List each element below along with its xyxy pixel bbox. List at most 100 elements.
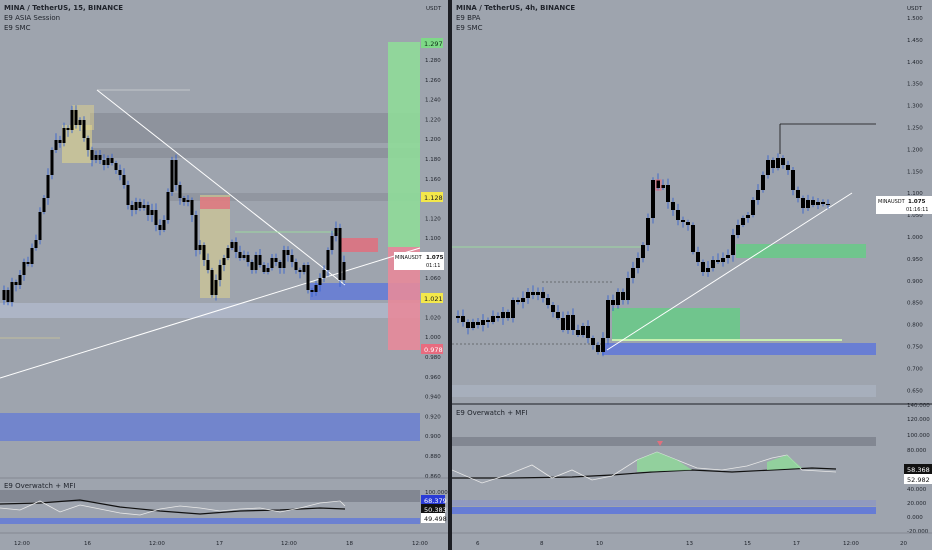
osc-oversold-band bbox=[452, 507, 876, 514]
right-price-tick: 1.150 bbox=[907, 169, 923, 175]
left-candle bbox=[298, 270, 302, 272]
right-candle bbox=[496, 316, 500, 318]
left-price-tick: 1.240 bbox=[425, 98, 441, 104]
left-candle bbox=[98, 155, 102, 160]
right-price-tick: 0.700 bbox=[907, 366, 923, 372]
left-time-label: 12:00 bbox=[412, 541, 428, 547]
left-candle bbox=[94, 155, 98, 160]
left-candle bbox=[194, 215, 198, 250]
right-candle bbox=[556, 312, 560, 318]
right-candle bbox=[591, 338, 595, 345]
osc-oversold-band bbox=[452, 500, 876, 506]
right-candle bbox=[541, 292, 545, 298]
right-osc-tag: 58.368 bbox=[907, 466, 930, 474]
right-candle bbox=[521, 298, 525, 302]
left-time-label: 12:00 bbox=[281, 541, 297, 547]
left-candle bbox=[58, 140, 62, 143]
left-candle bbox=[238, 252, 242, 258]
right-candle bbox=[476, 322, 480, 325]
right-candle bbox=[651, 180, 655, 218]
right-candle bbox=[761, 175, 765, 190]
right-price-tick: 0.900 bbox=[907, 279, 923, 285]
left-osc-tag: 68.379 bbox=[424, 497, 447, 505]
right-chart-title: MINA / TetherUS, 4h, BINANCE bbox=[456, 4, 576, 12]
right-price-tick: 1.000 bbox=[907, 235, 923, 241]
liquidity-band bbox=[452, 385, 876, 397]
left-candle bbox=[258, 255, 262, 265]
right-candle bbox=[681, 220, 685, 222]
right-candle bbox=[621, 292, 625, 300]
left-price-chart[interactable]: USDT 1.280 1.260 1.240 1.220 1.200 1.180 1.160 1… bbox=[0, 0, 448, 550]
left-price-tag: 1.021 bbox=[424, 295, 443, 303]
right-price-tick: 1.450 bbox=[907, 38, 923, 44]
left-candle bbox=[342, 262, 346, 280]
left-candle bbox=[22, 262, 26, 275]
right-indicator-bpa[interactable]: E9 BPA bbox=[456, 14, 480, 23]
right-candle bbox=[716, 260, 720, 262]
right-candle bbox=[511, 300, 515, 318]
right-price-tick: 0.950 bbox=[907, 257, 923, 263]
left-indicator-smc[interactable]: E9 SMC bbox=[4, 24, 30, 33]
left-candle bbox=[46, 175, 50, 198]
right-candle bbox=[471, 322, 475, 328]
left-candle bbox=[26, 262, 30, 264]
right-candle bbox=[791, 170, 795, 190]
right-candle bbox=[461, 316, 465, 322]
right-oscillator-title[interactable]: E9 Overwatch + MFI bbox=[456, 409, 527, 417]
right-price-tick: 1.350 bbox=[907, 82, 923, 88]
right-candle bbox=[746, 215, 750, 218]
left-candle bbox=[306, 265, 310, 290]
right-candle bbox=[721, 258, 725, 262]
left-price-tick: 0.860 bbox=[425, 474, 441, 480]
right-candle bbox=[691, 225, 695, 252]
right-candle bbox=[731, 235, 735, 255]
left-candle bbox=[42, 198, 46, 212]
right-candle bbox=[601, 338, 605, 352]
left-candle bbox=[182, 198, 186, 202]
right-osc-tag: 52.982 bbox=[907, 476, 930, 484]
left-oscillator-title[interactable]: E9 Overwatch + MFI bbox=[4, 482, 75, 490]
right-candle bbox=[491, 316, 495, 322]
left-candle bbox=[230, 242, 234, 248]
osc-oversold-band bbox=[0, 518, 420, 524]
left-candle bbox=[126, 185, 130, 205]
right-candle bbox=[576, 330, 580, 335]
right-price-tick: 0.750 bbox=[907, 345, 923, 351]
left-candle bbox=[186, 200, 190, 202]
left-symbol-timer: 01:11 bbox=[426, 263, 440, 269]
right-candle bbox=[571, 315, 575, 330]
left-symbol-price: 1.075 bbox=[426, 255, 444, 261]
left-candle bbox=[86, 138, 90, 150]
supply-band bbox=[90, 148, 420, 158]
left-candle bbox=[146, 205, 150, 215]
left-chart-panel[interactable]: USDT 1.280 1.260 1.240 1.220 1.200 1.180 1.160 1… bbox=[0, 0, 448, 550]
right-candle bbox=[756, 190, 760, 200]
right-symbol-name: MINAUSDT bbox=[878, 199, 906, 205]
left-candle bbox=[50, 150, 54, 175]
left-candle bbox=[190, 200, 194, 215]
left-indicator-asia-session[interactable]: E9 ASIA Session bbox=[4, 14, 60, 23]
left-candle bbox=[174, 160, 178, 185]
osc-bull-fill bbox=[767, 455, 802, 470]
left-candle bbox=[206, 260, 210, 270]
right-candle bbox=[466, 322, 470, 328]
left-price-tag: 1.128 bbox=[424, 194, 443, 202]
right-osc-tick: 120.000 bbox=[907, 417, 930, 423]
right-time-label: 20 bbox=[900, 541, 907, 547]
left-candle bbox=[262, 265, 266, 272]
right-price-chart[interactable]: USDT 1.500 1.450 1.400 1.350 1.300 1.250 1.200 1… bbox=[452, 0, 932, 550]
right-candle bbox=[711, 260, 715, 268]
left-candle bbox=[266, 268, 270, 272]
left-candle bbox=[250, 262, 254, 270]
left-price-tick: 1.220 bbox=[425, 117, 441, 123]
left-chart-title: MINA / TetherUS, 15, BINANCE bbox=[4, 4, 124, 12]
right-chart-panel[interactable]: USDT 1.500 1.450 1.400 1.350 1.300 1.250 1.200 1… bbox=[452, 0, 932, 550]
right-candle bbox=[726, 255, 730, 258]
left-price-tick: 1.060 bbox=[425, 276, 441, 282]
left-candle bbox=[294, 262, 298, 270]
right-indicator-smc[interactable]: E9 SMC bbox=[456, 24, 482, 33]
left-price-tick: 0.940 bbox=[425, 395, 441, 401]
left-price-tick: 0.880 bbox=[425, 454, 441, 460]
right-price-tick: 1.400 bbox=[907, 60, 923, 66]
right-candle bbox=[816, 202, 820, 205]
